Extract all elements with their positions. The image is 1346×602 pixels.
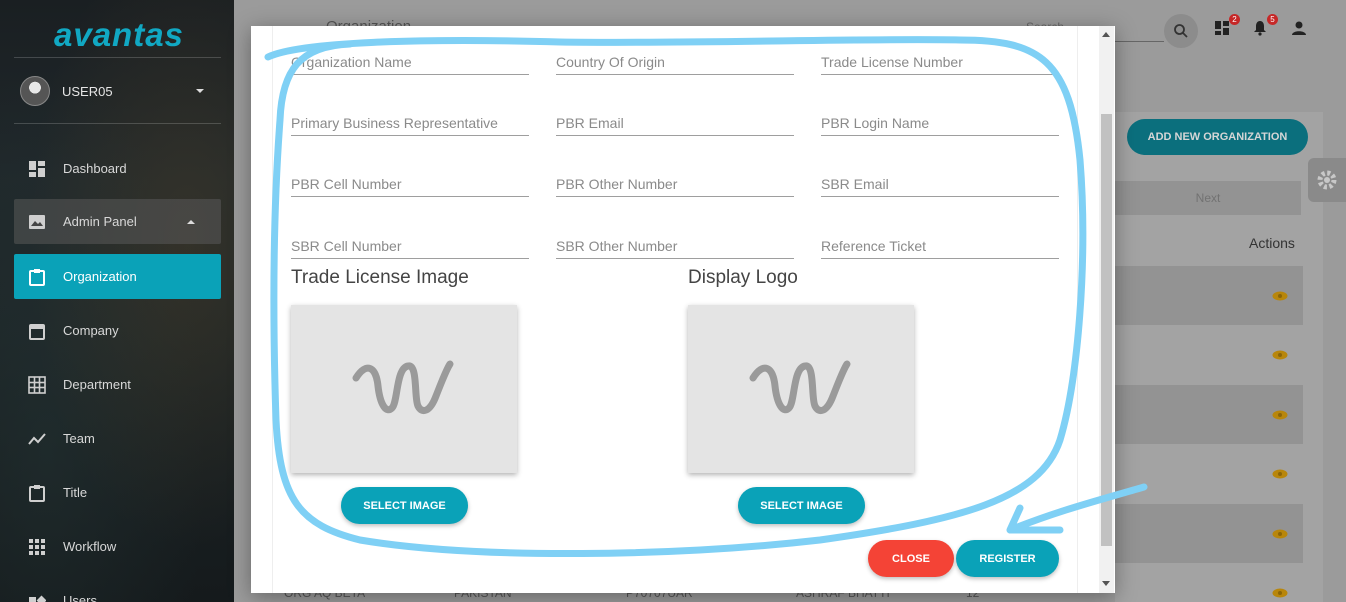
user-menu[interactable]: USER05 (20, 74, 216, 108)
sidebar-item-label: Organization (63, 269, 137, 284)
dialog-scrollbar[interactable] (1099, 26, 1114, 593)
chevron-down-icon (196, 89, 204, 93)
sidebar-item-organization[interactable]: Organization (14, 254, 221, 299)
search-button[interactable] (1164, 14, 1198, 48)
display-logo-label: Display Logo (688, 267, 798, 288)
register-organization-dialog: Trade License Image Display Logo SELECT … (251, 26, 1115, 593)
notifications-button[interactable]: 5 (1252, 14, 1278, 38)
sidebar-item-title[interactable]: Title (14, 470, 221, 515)
placeholder-image-icon (352, 360, 454, 414)
dashboard-icon (27, 159, 47, 179)
next-page-button[interactable]: Next (1115, 181, 1301, 215)
sidebar-item-dashboard[interactable]: Dashboard (14, 146, 221, 191)
dialog-body: Trade License Image Display Logo SELECT … (272, 26, 1078, 593)
apps-icon (27, 537, 47, 557)
primary-business-representative-field[interactable] (291, 111, 529, 136)
dashboard-icon (1215, 21, 1229, 35)
view-icon[interactable] (1272, 469, 1288, 479)
pbr-cell-number-input[interactable] (291, 172, 529, 196)
sidebar: avantas USER05 Dashboard Admin Panel Org… (0, 0, 234, 602)
organization-name-field[interactable] (291, 50, 529, 75)
sidebar-item-label: Dashboard (63, 161, 127, 176)
country-of-origin-field[interactable] (556, 50, 794, 75)
sidebar-item-label: Company (63, 323, 119, 338)
organization-name-input[interactable] (291, 50, 529, 74)
view-icon[interactable] (1272, 588, 1288, 598)
sidebar-item-workflow[interactable]: Workflow (14, 524, 221, 569)
apps-badge: 2 (1229, 14, 1240, 25)
scroll-up-arrow-icon[interactable] (1102, 32, 1110, 37)
scroll-down-arrow-icon[interactable] (1102, 581, 1110, 586)
sidebar-item-team[interactable]: Team (14, 416, 221, 461)
actions-column-header: Actions (1249, 235, 1295, 251)
add-new-organization-button[interactable]: ADD NEW ORGANIZATION (1127, 119, 1308, 155)
sidebar-item-label: Admin Panel (63, 214, 137, 229)
clipboard-icon (27, 483, 47, 503)
sidebar-divider (14, 123, 221, 124)
chevron-up-icon (187, 219, 195, 224)
profile-button[interactable] (1291, 20, 1309, 38)
trade-license-number-field[interactable] (821, 50, 1059, 75)
sidebar-item-department[interactable]: Department (14, 362, 221, 407)
pbr-other-number-field[interactable] (556, 172, 794, 197)
calendar-icon (27, 321, 47, 341)
view-icon[interactable] (1272, 529, 1288, 539)
apps-button[interactable]: 2 (1214, 14, 1240, 38)
user-name: USER05 (62, 83, 113, 99)
settings-button[interactable] (1308, 158, 1346, 202)
sbr-email-field[interactable] (821, 172, 1059, 197)
primary-business-representative-input[interactable] (291, 111, 529, 135)
grid-icon (27, 375, 47, 395)
view-icon[interactable] (1272, 350, 1288, 360)
pbr-email-field[interactable] (556, 111, 794, 136)
app-logo: avantas (54, 16, 184, 53)
reference-ticket-field[interactable] (821, 234, 1059, 259)
clipboard-icon (27, 267, 47, 287)
view-icon[interactable] (1272, 410, 1288, 420)
sidebar-item-label: Users (63, 593, 97, 602)
users-icon (27, 591, 47, 602)
gear-icon (1317, 170, 1337, 190)
avatar (20, 76, 50, 106)
sbr-cell-number-input[interactable] (291, 234, 529, 258)
display-logo-preview (688, 305, 914, 473)
pbr-login-name-input[interactable] (821, 111, 1059, 135)
pbr-login-name-field[interactable] (821, 111, 1059, 136)
sidebar-item-label: Department (63, 377, 131, 392)
pbr-email-input[interactable] (556, 111, 794, 135)
pbr-cell-number-field[interactable] (291, 172, 529, 197)
select-trade-license-image-button[interactable]: SELECT IMAGE (341, 487, 468, 524)
reference-ticket-input[interactable] (821, 234, 1059, 258)
close-button[interactable]: CLOSE (868, 540, 954, 577)
pbr-other-number-input[interactable] (556, 172, 794, 196)
select-display-logo-button[interactable]: SELECT IMAGE (738, 487, 865, 524)
bell-icon (1254, 21, 1266, 36)
scroll-thumb[interactable] (1101, 114, 1112, 546)
sidebar-item-label: Team (63, 431, 95, 446)
person-icon (1292, 21, 1306, 35)
sidebar-item-users[interactable]: Users (14, 578, 221, 602)
view-icon[interactable] (1272, 291, 1288, 301)
country-of-origin-input[interactable] (556, 50, 794, 74)
sidebar-item-admin-panel[interactable]: Admin Panel (14, 199, 221, 244)
sidebar-item-company[interactable]: Company (14, 308, 221, 353)
sbr-other-number-input[interactable] (556, 234, 794, 258)
search-icon (1174, 24, 1188, 38)
sidebar-item-label: Title (63, 485, 88, 500)
sidebar-divider (14, 57, 221, 58)
sbr-cell-number-field[interactable] (291, 234, 529, 259)
trade-license-image-label: Trade License Image (291, 267, 469, 288)
placeholder-image-icon (749, 360, 851, 414)
sbr-other-number-field[interactable] (556, 234, 794, 259)
trend-icon (27, 429, 47, 449)
notifications-badge: 5 (1267, 14, 1278, 25)
sidebar-item-label: Workflow (63, 539, 117, 554)
trade-license-image-preview (291, 305, 517, 473)
trade-license-number-input[interactable] (821, 50, 1059, 74)
register-button[interactable]: REGISTER (956, 540, 1059, 577)
image-icon (27, 212, 47, 232)
sbr-email-input[interactable] (821, 172, 1059, 196)
